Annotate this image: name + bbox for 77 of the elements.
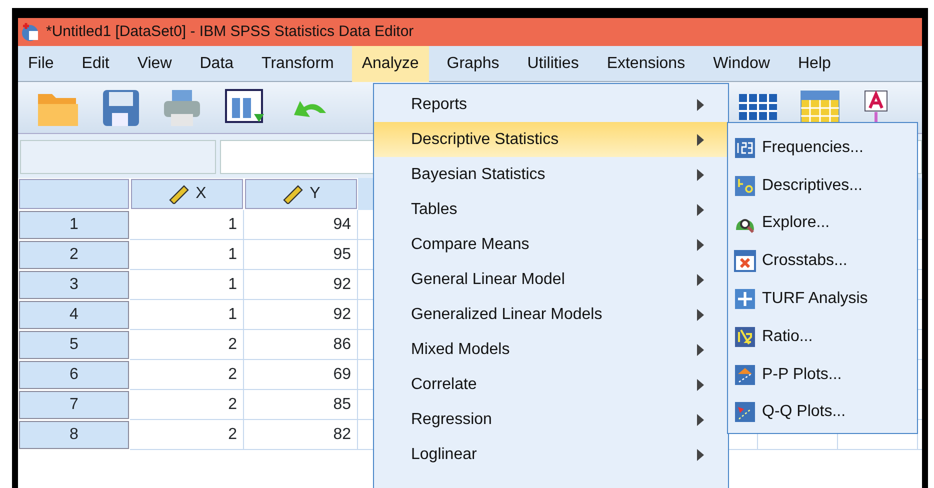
submenu-arrow-icon — [697, 134, 704, 146]
table-cell[interactable]: 2 — [130, 420, 244, 450]
scale-icon — [282, 184, 304, 204]
table-cell[interactable]: 92 — [244, 270, 358, 300]
table-cell[interactable]: 1 — [130, 210, 244, 240]
cell-name-field[interactable] — [20, 140, 216, 174]
submenu-arrow-icon — [697, 344, 704, 356]
menu-item[interactable]: Compare Means — [374, 227, 728, 262]
menu-item[interactable]: Mixed Models — [374, 332, 728, 367]
submenu-arrow-icon — [697, 308, 704, 320]
menu-item[interactable]: Crosstabs... — [762, 249, 848, 274]
menu-item[interactable]: General Linear Model — [374, 262, 728, 297]
menu-item[interactable]: Correlate — [374, 367, 728, 402]
menu-item[interactable]: Descriptives... — [762, 174, 862, 198]
table-cell[interactable]: 1 — [130, 300, 244, 330]
table-cell[interactable]: 92 — [244, 300, 358, 330]
menu-item[interactable]: P-P Plots... — [762, 362, 842, 387]
table-cell[interactable]: 2 — [130, 360, 244, 390]
app-icon — [20, 22, 40, 42]
print-icon[interactable] — [162, 88, 202, 128]
menu-item[interactable]: Tables — [374, 192, 728, 227]
table-cell[interactable]: 82 — [244, 420, 358, 450]
table-cell[interactable]: 1 — [130, 270, 244, 300]
save-icon[interactable] — [102, 88, 140, 128]
table-cell[interactable]: 1 — [130, 240, 244, 270]
row-number[interactable]: 3 — [19, 271, 129, 299]
menu-item[interactable]: Data — [190, 46, 244, 82]
menu-item[interactable]: File — [18, 46, 64, 82]
row-number[interactable]: 2 — [19, 241, 129, 269]
table-cell[interactable]: 94 — [244, 210, 358, 240]
row-number[interactable]: 4 — [19, 301, 129, 329]
scale-icon — [168, 184, 190, 204]
row-number[interactable]: 1 — [19, 211, 129, 239]
menu-item[interactable]: Generalized Linear Models — [374, 297, 728, 332]
row-number[interactable]: 5 — [19, 331, 129, 359]
menu-item[interactable]: Loglinear — [374, 437, 728, 472]
column-name: Y — [310, 184, 320, 204]
menu-item[interactable]: Q-Q Plots... — [762, 400, 846, 424]
menu-item[interactable]: Graphs — [436, 46, 510, 82]
menu-item[interactable]: Help — [788, 46, 841, 82]
window-title: *Untitled1 [DataSet0] - IBM SPSS Statistics Data Editor — [46, 22, 414, 42]
submenu-arrow-icon — [697, 168, 704, 180]
submenu-arrow-icon — [697, 204, 704, 216]
table-cell[interactable]: 2 — [130, 390, 244, 420]
column-header[interactable]: Y — [245, 179, 357, 209]
crosstabs-icon — [734, 250, 756, 272]
submenu-arrow-icon — [697, 98, 704, 110]
menu-item[interactable]: Analyze — [352, 46, 429, 82]
table-cell[interactable]: 95 — [244, 240, 358, 270]
menu-item[interactable]: View — [127, 46, 182, 82]
menu-item[interactable]: Descriptive Statistics — [374, 122, 728, 157]
column-header[interactable]: X — [131, 179, 243, 209]
row-number[interactable]: 7 — [19, 391, 129, 419]
menu-item[interactable]: Frequencies... — [762, 136, 864, 160]
menu-item[interactable]: Bayesian Statistics — [374, 157, 728, 192]
menu-item[interactable]: Explore... — [762, 211, 830, 236]
table-cell[interactable]: 85 — [244, 390, 358, 420]
submenu-arrow-icon — [697, 414, 704, 426]
submenu-arrow-icon — [697, 378, 704, 390]
menu-item[interactable]: Regression — [374, 402, 728, 437]
table-cell[interactable]: 2 — [130, 330, 244, 360]
menu-item[interactable]: Transform — [252, 46, 344, 82]
row-number[interactable]: 6 — [19, 361, 129, 389]
table-cell[interactable]: 69 — [244, 360, 358, 390]
menu-item[interactable]: Ratio... — [762, 324, 813, 349]
menu-item[interactable]: Window — [703, 46, 780, 82]
menu-item[interactable]: Edit — [72, 46, 120, 82]
row-number[interactable]: 8 — [19, 421, 129, 449]
table-icon[interactable] — [800, 90, 840, 124]
submenu-arrow-icon — [697, 274, 704, 286]
submenu-arrow-icon — [697, 238, 704, 250]
column-name: X — [196, 184, 206, 204]
menu-item[interactable]: Utilities — [517, 46, 589, 82]
menu-item[interactable]: Extensions — [596, 46, 696, 82]
table-cell[interactable]: 86 — [244, 330, 358, 360]
menu-item[interactable]: TURF Analysis — [762, 287, 868, 312]
submenu-arrow-icon — [697, 448, 704, 460]
